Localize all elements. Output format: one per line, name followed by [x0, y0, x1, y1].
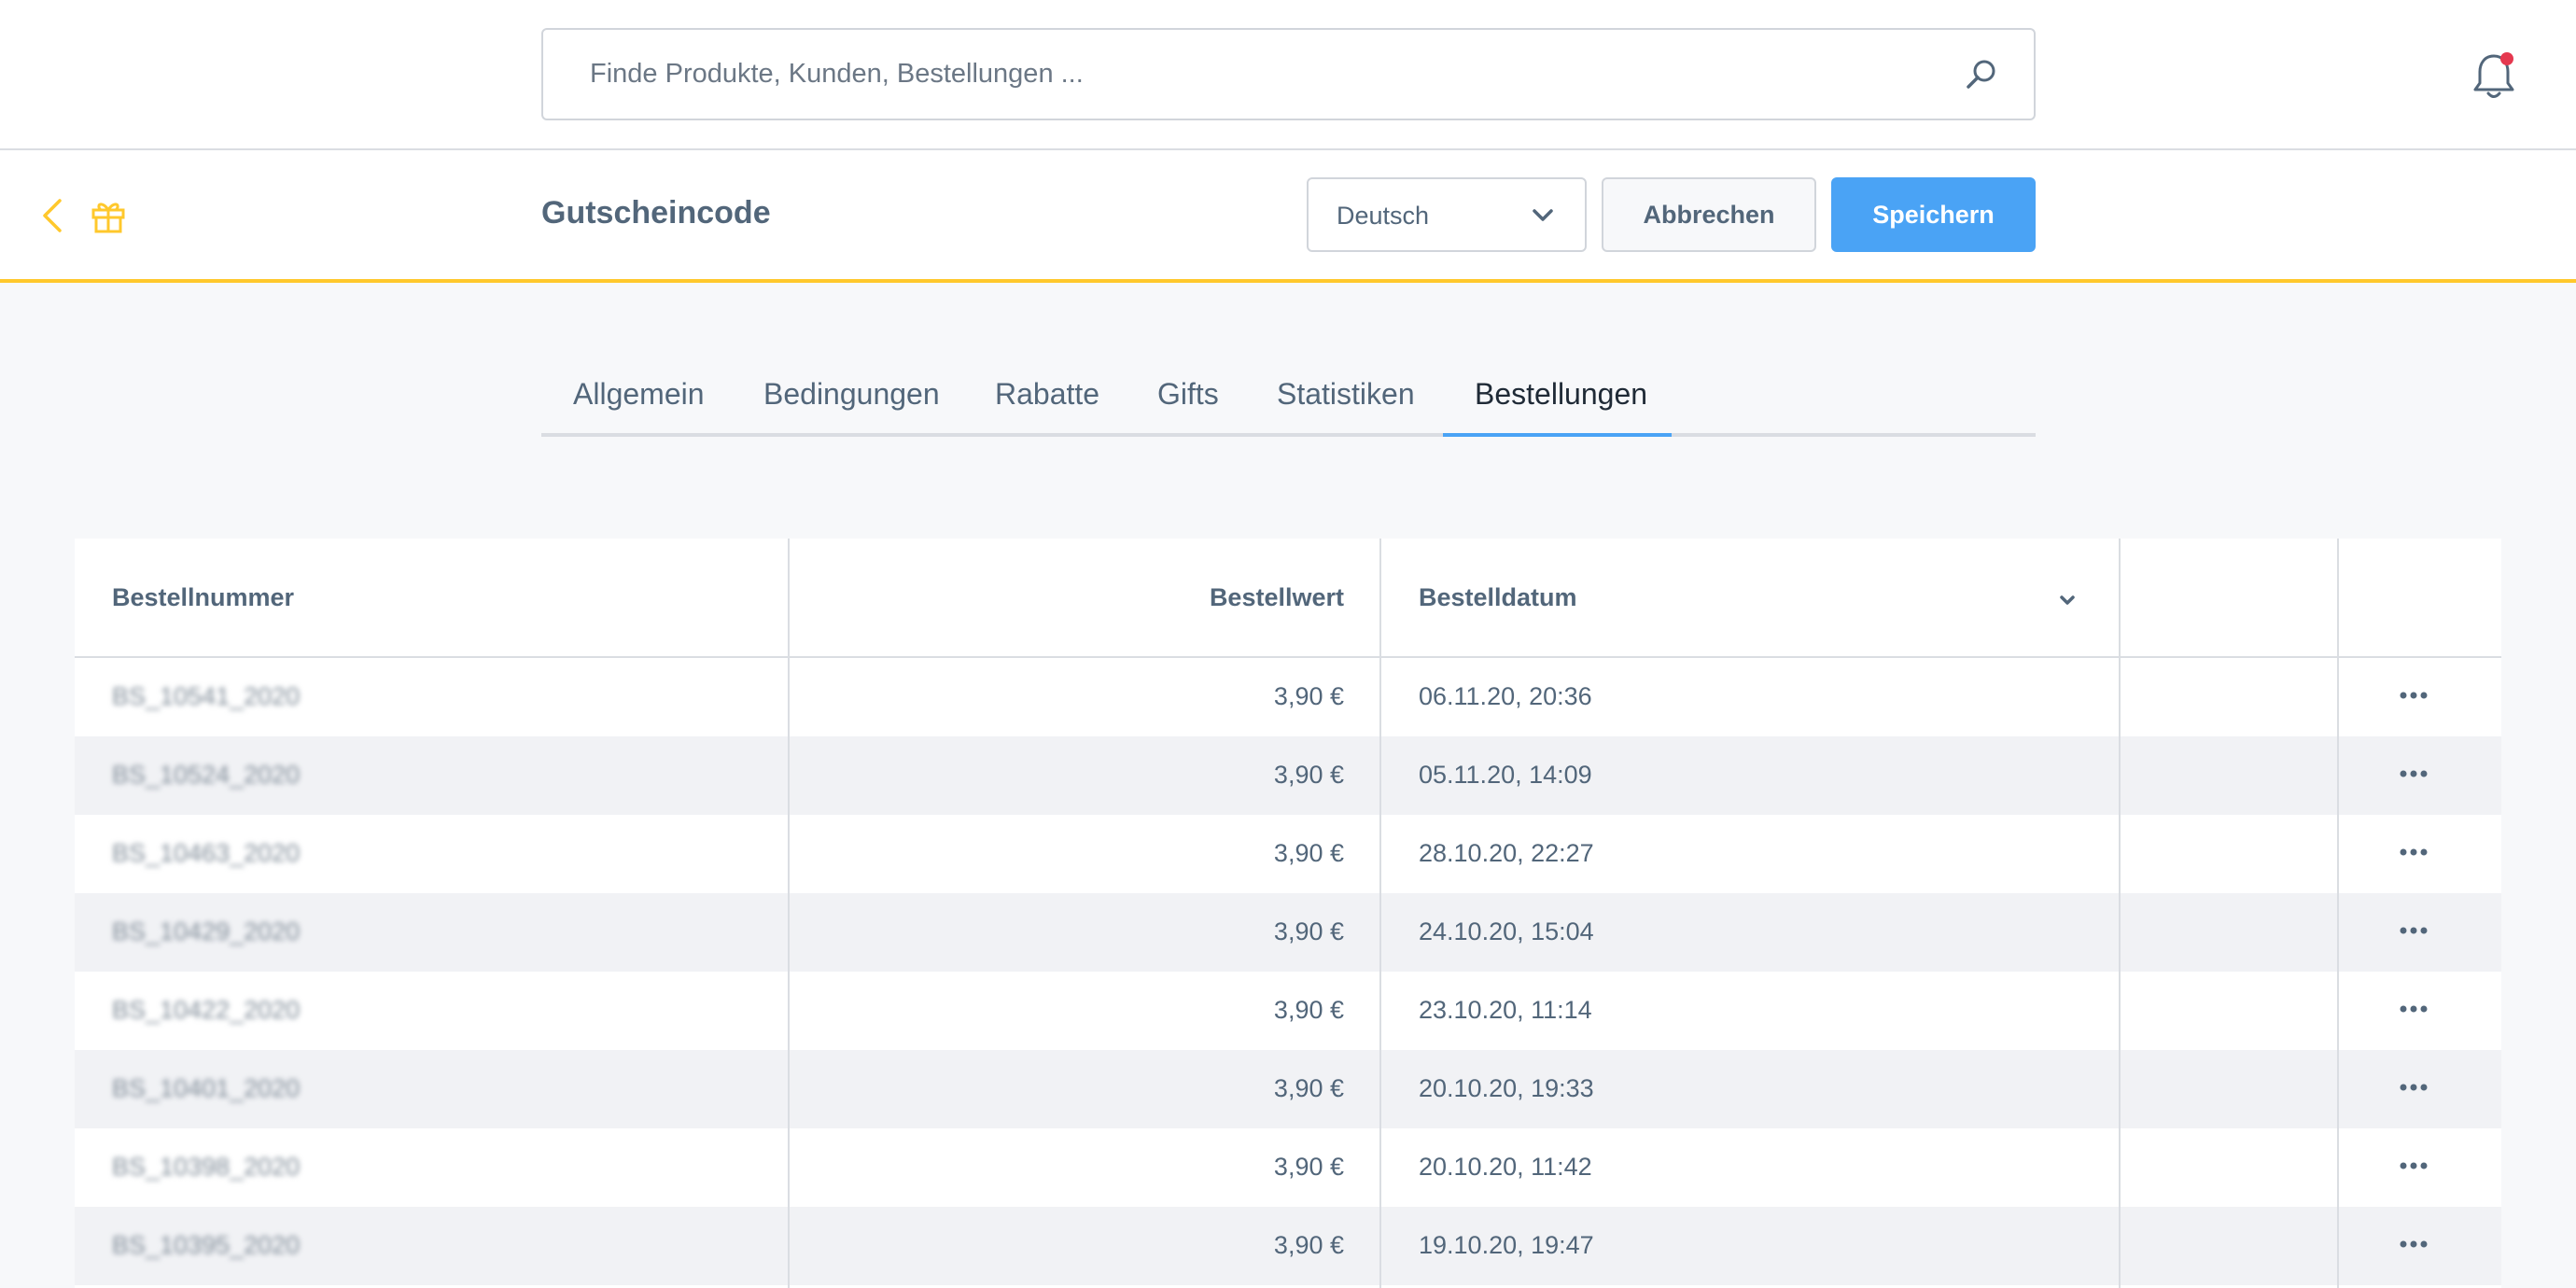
- top-bar: [0, 0, 2576, 150]
- more-icon[interactable]: [2399, 925, 2429, 936]
- order-value: 3,90 €: [1273, 839, 1344, 867]
- column-divider: [2119, 539, 2121, 1288]
- table-row[interactable]: BS_10429_2020 3,90 € 24.10.20, 15:04: [75, 893, 2501, 972]
- order-date: 20.10.20, 19:33: [1419, 1074, 1594, 1102]
- language-select-value: Deutsch: [1337, 202, 1430, 230]
- back-arrow-icon[interactable]: [39, 197, 65, 234]
- more-icon[interactable]: [2399, 690, 2429, 701]
- active-tab-indicator: [1443, 433, 1672, 437]
- column-divider: [1379, 539, 1381, 1288]
- more-icon[interactable]: [2399, 1003, 2429, 1015]
- sort-chevron-icon[interactable]: [2056, 589, 2079, 611]
- more-icon[interactable]: [2399, 1160, 2429, 1171]
- order-date: 20.10.20, 11:42: [1419, 1153, 1592, 1181]
- order-number[interactable]: BS_10541_2020: [112, 682, 300, 711]
- more-icon[interactable]: [2399, 768, 2429, 779]
- order-number[interactable]: BS_10429_2020: [112, 917, 300, 946]
- order-value: 3,90 €: [1273, 996, 1344, 1024]
- order-number[interactable]: BS_10524_2020: [112, 761, 300, 790]
- table-row[interactable]: BS_10541_2020 3,90 € 06.11.20, 20:36: [75, 658, 2501, 736]
- table-row[interactable]: BS_10463_2020 3,90 € 28.10.20, 22:27: [75, 815, 2501, 893]
- table-row[interactable]: BS_10398_2020 3,90 € 20.10.20, 11:42: [75, 1128, 2501, 1207]
- search-icon[interactable]: [1963, 56, 2000, 93]
- order-number[interactable]: BS_10463_2020: [112, 839, 300, 868]
- tab-rabatte[interactable]: Rabatte: [995, 377, 1099, 412]
- more-icon[interactable]: [2399, 847, 2429, 858]
- column-divider: [2337, 539, 2339, 1288]
- order-value: 3,90 €: [1273, 917, 1344, 945]
- save-button[interactable]: Speichern: [1831, 177, 2036, 252]
- chevron-down-icon: [1533, 209, 1553, 221]
- bell-icon[interactable]: [2471, 50, 2516, 101]
- order-number[interactable]: BS_10401_2020: [112, 1074, 300, 1103]
- table-header: Bestellnummer Bestellwert Bestelldatum: [75, 539, 2501, 658]
- tab-bestellungen[interactable]: Bestellungen: [1475, 377, 1647, 412]
- cancel-button[interactable]: Abbrechen: [1602, 177, 1816, 252]
- order-value: 3,90 €: [1273, 1231, 1344, 1259]
- table-row[interactable]: BS_10524_2020 3,90 € 05.11.20, 14:09: [75, 736, 2501, 815]
- order-value: 3,90 €: [1273, 761, 1344, 789]
- column-header-number[interactable]: Bestellnummer: [112, 583, 294, 612]
- tab-bedingungen[interactable]: Bedingungen: [763, 377, 940, 412]
- order-number[interactable]: BS_10395_2020: [112, 1231, 300, 1260]
- order-value: 3,90 €: [1273, 1153, 1344, 1181]
- search-input[interactable]: [590, 30, 1934, 119]
- page-title: Gutscheincode: [541, 195, 771, 231]
- order-date: 05.11.20, 14:09: [1419, 761, 1592, 789]
- more-icon[interactable]: [2399, 1082, 2429, 1093]
- table-row[interactable]: BS_10395_2020 3,90 € 19.10.20, 19:47: [75, 1207, 2501, 1285]
- order-number[interactable]: BS_10398_2020: [112, 1153, 300, 1182]
- global-search[interactable]: [541, 28, 2036, 120]
- order-value: 3,90 €: [1273, 1074, 1344, 1102]
- tab-statistiken[interactable]: Statistiken: [1277, 377, 1415, 412]
- orders-table: Bestellnummer Bestellwert Bestelldatum B…: [75, 539, 2501, 1288]
- column-header-date[interactable]: Bestelldatum: [1419, 583, 1577, 612]
- order-date: 06.11.20, 20:36: [1419, 682, 1592, 710]
- tab-gifts[interactable]: Gifts: [1157, 377, 1219, 412]
- column-header-value[interactable]: Bestellwert: [1210, 583, 1344, 612]
- column-divider: [788, 539, 790, 1288]
- order-date: 24.10.20, 15:04: [1419, 917, 1594, 945]
- table-row[interactable]: BS_10401_2020 3,90 € 20.10.20, 19:33: [75, 1050, 2501, 1128]
- action-bar: Gutscheincode Deutsch Abbrechen Speicher…: [0, 150, 2576, 283]
- order-number[interactable]: BS_10422_2020: [112, 996, 300, 1025]
- gift-icon: [91, 203, 125, 233]
- tab-bar: Allgemein Bedingungen Rabatte Gifts Stat…: [541, 355, 2036, 437]
- more-icon[interactable]: [2399, 1239, 2429, 1250]
- order-date: 23.10.20, 11:14: [1419, 996, 1592, 1024]
- table-row[interactable]: BS_10422_2020 3,90 € 23.10.20, 11:14: [75, 972, 2501, 1050]
- tab-allgemein[interactable]: Allgemein: [573, 377, 705, 412]
- order-date: 28.10.20, 22:27: [1419, 839, 1594, 867]
- order-value: 3,90 €: [1273, 682, 1344, 710]
- language-select[interactable]: Deutsch: [1307, 177, 1587, 252]
- order-date: 19.10.20, 19:47: [1419, 1231, 1594, 1259]
